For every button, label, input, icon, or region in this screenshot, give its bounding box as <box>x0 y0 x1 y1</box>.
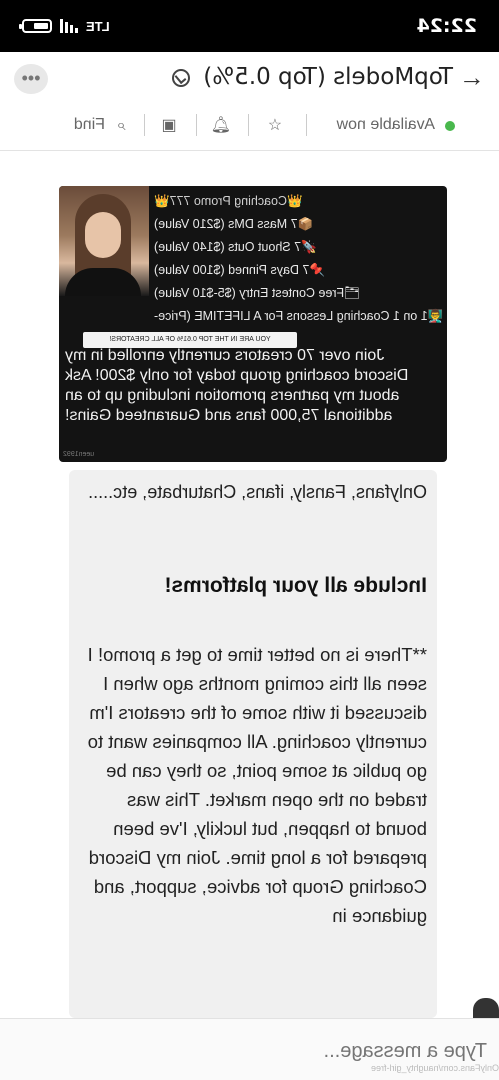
promo-line: 👑Coaching Promo 777👑 <box>154 194 303 208</box>
watermark: ueen1992 <box>63 451 95 458</box>
promo-image[interactable]: 👑Coaching Promo 777👑 📦7 Mass DMs ($210 V… <box>59 186 447 462</box>
message-bubble: Onlyfans, Fansly, ifans, Chaturbate, etc… <box>69 470 437 1018</box>
divider <box>196 114 197 136</box>
divider <box>306 114 307 136</box>
search-icon[interactable]: ⌕ <box>109 114 133 138</box>
back-icon[interactable]: ← <box>457 62 487 93</box>
image-icon[interactable]: ▣ <box>157 114 181 138</box>
platforms-text: Onlyfans, Fansly, ifans, Chaturbate, etc… <box>88 482 427 502</box>
header-divider <box>0 150 499 151</box>
promo-line: 📦7 Mass DMs ($210 Value) <box>154 217 314 231</box>
chat-header: ← TopModels (Top 0.5%) ••• <box>0 52 499 104</box>
promo-line: 🗂Free Contest Entry ($5-$10 Value) <box>154 286 361 300</box>
status-time: 22:24 <box>416 15 477 37</box>
scroll-button[interactable] <box>473 998 499 1018</box>
chat-title: TopModels (Top 0.5%) <box>172 64 453 90</box>
creator-photo <box>59 186 149 296</box>
chat-subbar: Available now ☆ 🔔︎ ▣ ⌕ Find <box>0 104 499 148</box>
verified-icon <box>172 68 191 87</box>
availability-status: Available now <box>336 116 435 133</box>
message-input[interactable] <box>265 1037 489 1065</box>
more-options-button[interactable]: ••• <box>14 64 48 94</box>
online-status-icon <box>445 121 455 131</box>
divider <box>248 114 249 136</box>
screen: 22:24 LTE ← TopModels (Top 0.5%) ••• Ava… <box>0 0 499 1080</box>
promo-line: 👨‍🏫1 on 1 Coaching Lessons For A LIFETIM… <box>154 309 444 323</box>
platforms-heading: Include all your platforms! <box>164 574 427 597</box>
message-body: **There is no better time to get a promo… <box>87 644 427 926</box>
bell-icon[interactable]: 🔔︎ <box>209 114 233 138</box>
message-composer: OnlyFans.com/naughty_girl-free <box>0 1018 499 1080</box>
star-icon[interactable]: ☆ <box>263 114 287 138</box>
chat-title-text: TopModels (Top 0.5%) <box>203 64 453 90</box>
network-label: LTE <box>86 18 110 34</box>
battery-icon <box>22 19 52 33</box>
divider <box>144 114 145 136</box>
signal-icon <box>60 19 78 33</box>
promo-line: 📌7 Days Pinned ($100 Value) <box>154 263 325 277</box>
footer-url: OnlyFans.com/naughty_girl-free <box>370 1063 499 1073</box>
promo-body: Join over 70 creators currently enrolled… <box>65 347 409 424</box>
status-indicators: LTE <box>22 19 110 34</box>
find-label[interactable]: Find <box>74 116 105 134</box>
promo-list: 👑Coaching Promo 777👑 📦7 Mass DMs ($210 V… <box>154 190 444 351</box>
promo-line: 🚀7 Shout Outs ($140 Value) <box>154 240 317 254</box>
status-bar: 22:24 LTE <box>0 0 499 52</box>
